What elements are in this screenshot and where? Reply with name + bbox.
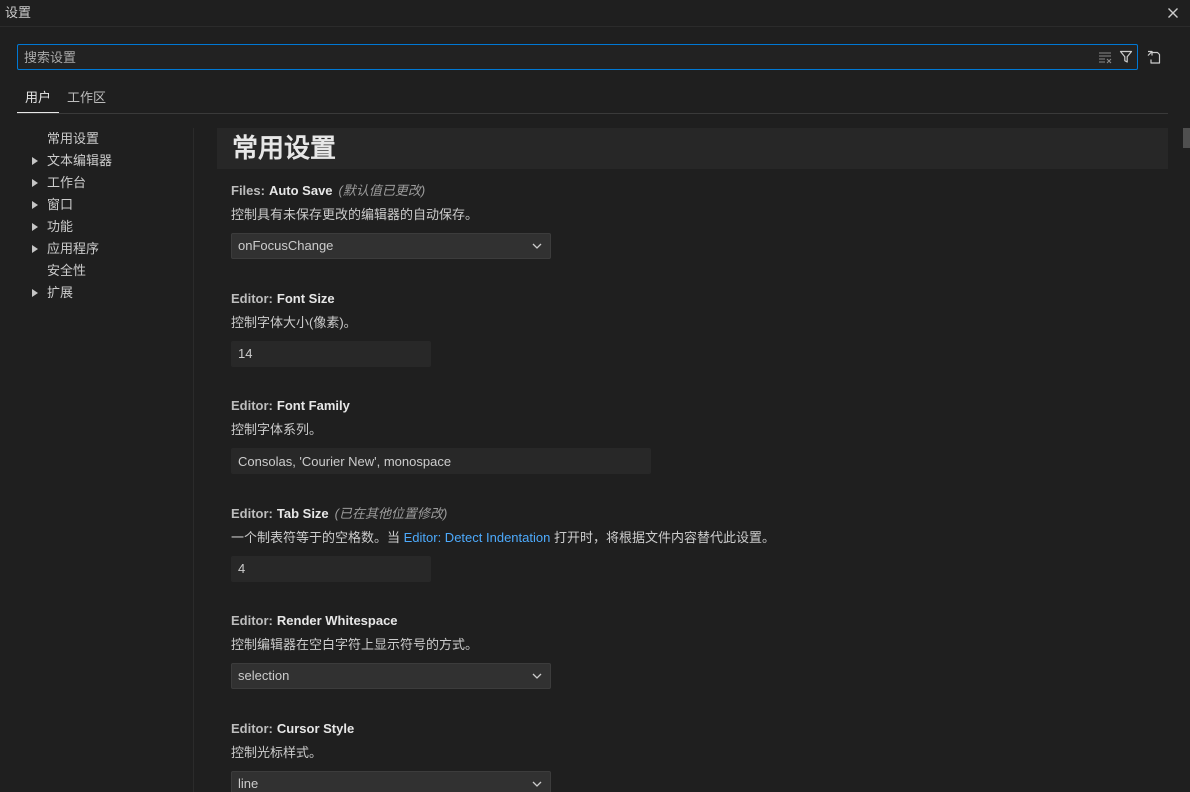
cursor-style-dropdown[interactable]: line xyxy=(231,770,551,792)
setting-description: 一个制表符等于的空格数。当 Editor: Detect Indentation… xyxy=(231,529,1168,547)
setting-title: Files: Auto Save (默认值已更改) xyxy=(231,182,1168,200)
open-settings-json-icon[interactable] xyxy=(1146,49,1162,65)
toc-item-commonly-used[interactable]: 常用设置 xyxy=(0,128,193,150)
setting-title: Editor: Render Whitespace xyxy=(231,612,1168,630)
tab-label: 工作区 xyxy=(67,90,107,105)
search-box xyxy=(17,44,1138,70)
toc-divider xyxy=(193,128,194,792)
toc-item-label: 功能 xyxy=(47,219,74,234)
detect-indentation-link[interactable]: Editor: Detect Indentation xyxy=(404,530,551,545)
description-text: 打开时，将根据文件内容替代此设置。 xyxy=(550,529,775,545)
chevron-down-icon xyxy=(531,240,543,252)
setting-name: Font Family xyxy=(276,398,350,414)
chevron-right-icon xyxy=(32,223,38,231)
setting-title: Editor: Tab Size (已在其他位置修改) xyxy=(231,505,1168,523)
settings-scope-tabs: 用户 工作区 xyxy=(17,83,114,113)
setting-editor-render-whitespace: Editor: Render Whitespace 控制编辑器在空白字符上显示符号… xyxy=(217,612,1168,720)
toc-item-label: 安全性 xyxy=(47,263,87,278)
font-size-input[interactable] xyxy=(231,340,431,367)
dropdown-value: selection xyxy=(238,668,290,684)
tabs-divider xyxy=(17,113,1168,114)
toc-item-text-editor[interactable]: 文本编辑器 xyxy=(0,150,193,172)
tab-label: 用户 xyxy=(25,90,52,105)
setting-description: 控制光标样式。 xyxy=(231,744,323,760)
setting-category: Editor: xyxy=(231,505,273,521)
setting-editor-font-family: Editor: Font Family 控制字体系列。 xyxy=(217,397,1168,505)
chevron-right-icon xyxy=(32,179,38,187)
setting-title: Editor: Cursor Style xyxy=(231,720,1168,738)
search-input[interactable] xyxy=(18,45,1078,69)
setting-editor-font-size: Editor: Font Size 控制字体大小(像素)。 xyxy=(217,290,1168,398)
toc-item-label: 窗口 xyxy=(47,197,74,212)
modified-elsewhere-indicator[interactable]: (已在其他位置修改) xyxy=(335,506,448,521)
toc-item-security[interactable]: 安全性 xyxy=(0,260,193,282)
modified-indicator: (默认值已更改) xyxy=(338,183,426,198)
setting-control: line xyxy=(231,770,1168,792)
toc-item-features[interactable]: 功能 xyxy=(0,216,193,238)
chevron-down-icon xyxy=(531,778,543,790)
toc-item-label: 应用程序 xyxy=(47,241,100,256)
setting-editor-tab-size: Editor: Tab Size (已在其他位置修改) 一个制表符等于的空格数。当 … xyxy=(217,505,1168,613)
setting-description: 控制字体大小(像素)。 xyxy=(231,314,357,330)
setting-control xyxy=(231,448,1168,475)
toc-item-label: 文本编辑器 xyxy=(47,153,113,168)
auto-save-dropdown[interactable]: onFocusChange xyxy=(231,233,551,259)
tab-workspace[interactable]: 工作区 xyxy=(59,83,114,113)
section-header: 常用设置 xyxy=(217,128,1168,169)
table-of-contents: 常用设置 文本编辑器 工作台 窗口 功能 应用程序 安全性 扩展 xyxy=(0,128,193,304)
setting-description: 控制编辑器在空白字符上显示符号的方式。 xyxy=(231,637,479,653)
setting-category: Editor: xyxy=(231,290,273,306)
toc-item-workbench[interactable]: 工作台 xyxy=(0,172,193,194)
setting-title: Editor: Font Size xyxy=(231,290,1168,308)
chevron-down-icon xyxy=(531,670,543,682)
title-bar: 设置 xyxy=(0,0,1190,27)
settings-list-pane: 常用设置 Files: Auto Save (默认值已更改) 控制具有未保存更改的编… xyxy=(217,128,1168,792)
toc-item-application[interactable]: 应用程序 xyxy=(0,238,193,260)
chevron-right-icon xyxy=(32,201,38,209)
setting-name: Font Size xyxy=(276,290,335,306)
chevron-right-icon xyxy=(32,245,38,253)
setting-control: selection xyxy=(231,663,1168,690)
setting-control: onFocusChange xyxy=(231,233,1168,259)
toc-item-window[interactable]: 窗口 xyxy=(0,194,193,216)
filter-icon[interactable] xyxy=(1118,49,1134,65)
section-title: 常用设置 xyxy=(232,133,337,163)
toc-item-extensions[interactable]: 扩展 xyxy=(0,282,193,304)
settings-editor: 设置 用户 工作区 常用设置 文本编辑器 xyxy=(0,0,1190,792)
setting-description: 控制字体系列。 xyxy=(231,422,323,438)
font-family-input[interactable] xyxy=(231,448,651,475)
setting-category: Editor: xyxy=(231,720,273,736)
toc-item-label: 工作台 xyxy=(47,175,87,190)
dropdown-value: onFocusChange xyxy=(238,238,334,253)
tab-user[interactable]: 用户 xyxy=(17,83,60,113)
setting-name: Tab Size xyxy=(276,505,329,521)
toc-item-label: 扩展 xyxy=(47,285,74,300)
setting-title: Editor: Font Family xyxy=(231,397,1168,415)
render-whitespace-dropdown[interactable]: selection xyxy=(231,663,551,690)
close-icon[interactable] xyxy=(1164,4,1182,22)
setting-category: Editor: xyxy=(231,398,273,414)
settings-list: Files: Auto Save (默认值已更改) 控制具有未保存更改的编辑器的自动… xyxy=(217,182,1168,792)
setting-control xyxy=(231,340,1168,367)
scrollbar-thumb[interactable] xyxy=(1183,128,1190,148)
toc-item-label: 常用设置 xyxy=(47,131,100,146)
tab-size-input[interactable] xyxy=(231,555,431,582)
setting-name: Render Whitespace xyxy=(276,613,398,629)
setting-description: 控制具有未保存更改的编辑器的自动保存。 xyxy=(231,207,479,222)
setting-category: Files: xyxy=(231,183,265,198)
setting-name: Auto Save xyxy=(268,183,333,198)
dropdown-value: line xyxy=(238,775,259,791)
setting-category: Editor: xyxy=(231,613,273,629)
window-title: 设置 xyxy=(5,5,32,20)
clear-filter-icon[interactable] xyxy=(1097,49,1113,65)
chevron-right-icon xyxy=(32,289,38,297)
chevron-right-icon xyxy=(32,157,38,165)
setting-editor-cursor-style: Editor: Cursor Style 控制光标样式。 line xyxy=(217,720,1168,792)
setting-files-auto-save: Files: Auto Save (默认值已更改) 控制具有未保存更改的编辑器的自动… xyxy=(217,182,1168,290)
setting-control xyxy=(231,555,1168,582)
description-text: 一个制表符等于的空格数。当 xyxy=(231,529,404,545)
setting-name: Cursor Style xyxy=(276,720,355,736)
